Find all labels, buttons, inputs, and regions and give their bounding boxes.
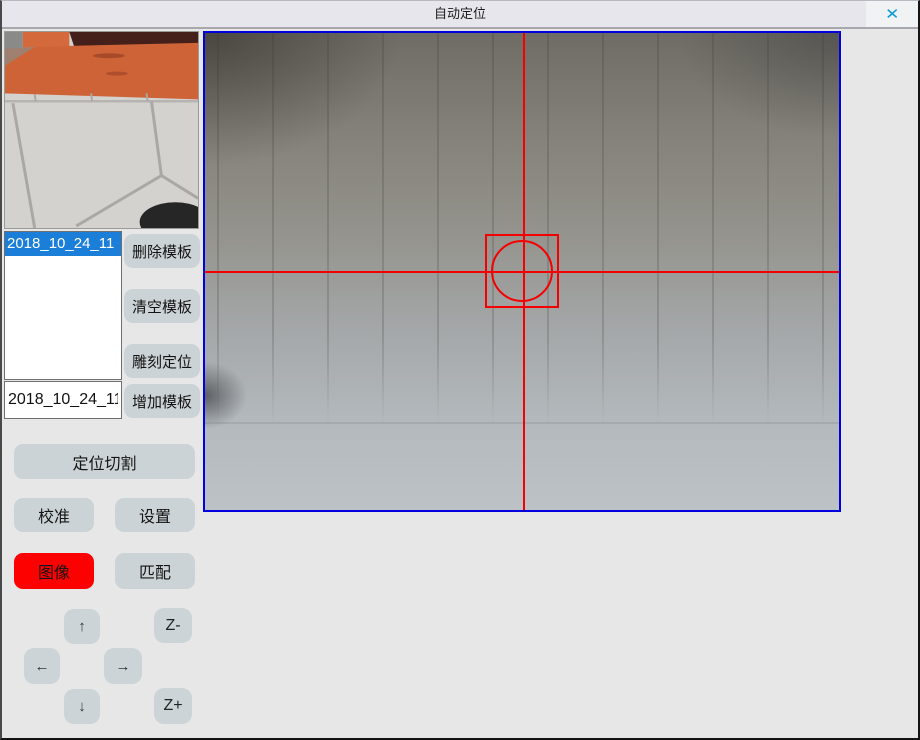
arrow-left-icon: ← <box>35 658 50 675</box>
position-cut-button[interactable]: 定位切割 <box>14 444 195 479</box>
arrow-down-icon: ↓ <box>78 698 86 715</box>
camera-feed <box>205 33 839 510</box>
z-minus-button[interactable]: Z- <box>154 608 192 643</box>
settings-button[interactable]: 设置 <box>115 498 195 532</box>
ceiling-panel-lines <box>205 33 839 424</box>
window-title: 自动定位 <box>2 1 918 27</box>
delete-template-button[interactable]: 删除模板 <box>124 234 200 268</box>
image-button[interactable]: 图像 <box>14 553 94 589</box>
template-list-item[interactable]: 2018_10_24_11 <box>5 232 121 256</box>
titlebar: 自动定位 ✕ <box>2 1 918 29</box>
close-icon: ✕ <box>885 7 899 22</box>
clear-templates-button[interactable]: 清空模板 <box>124 289 200 323</box>
ceiling-edge-line <box>205 422 839 424</box>
template-thumbnail <box>4 31 199 229</box>
calibrate-button[interactable]: 校准 <box>14 498 94 532</box>
arrow-right-icon: → <box>116 658 131 675</box>
camera-view <box>203 31 841 512</box>
jog-up-button[interactable]: ↑ <box>64 609 100 644</box>
match-button[interactable]: 匹配 <box>115 553 195 589</box>
roi-circle <box>491 240 553 302</box>
jog-down-button[interactable]: ↓ <box>64 689 100 724</box>
jog-right-button[interactable]: → <box>104 648 142 684</box>
engrave-position-button[interactable]: 雕刻定位 <box>124 344 200 378</box>
z-plus-button[interactable]: Z+ <box>154 688 192 724</box>
arrow-up-icon: ↑ <box>78 618 86 635</box>
auto-positioning-window: 自动定位 ✕ <box>0 0 920 740</box>
template-name-input[interactable] <box>4 381 122 419</box>
add-template-button[interactable]: 增加模板 <box>124 384 200 418</box>
thumbnail-image <box>5 32 198 228</box>
close-button[interactable]: ✕ <box>866 1 918 27</box>
jog-left-button[interactable]: ← <box>24 648 60 684</box>
template-list[interactable]: 2018_10_24_11 <box>4 231 122 380</box>
